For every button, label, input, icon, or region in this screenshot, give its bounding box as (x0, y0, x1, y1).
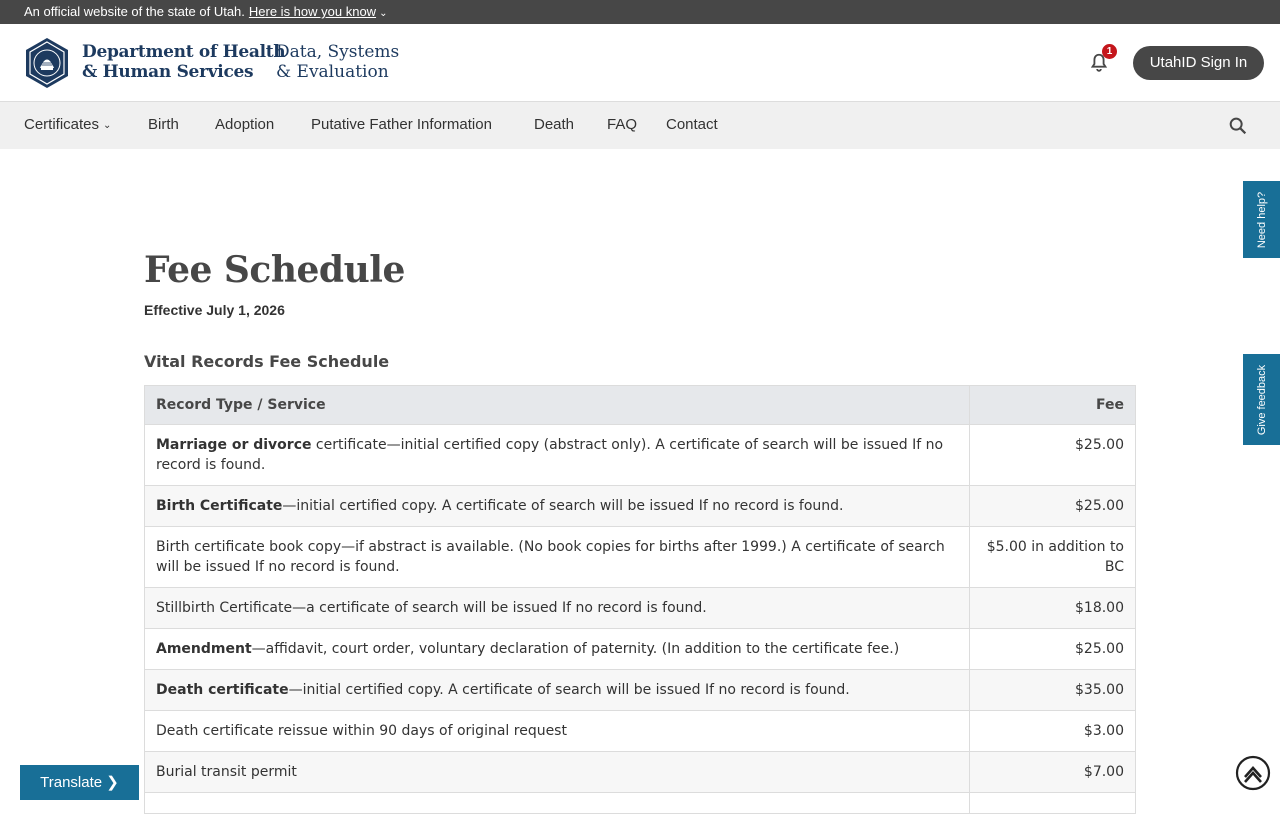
utahid-sign-in-button[interactable]: UtahID Sign In (1133, 46, 1264, 80)
table-row (144, 792, 1136, 814)
service-description: —affidavit, court order, voluntary decla… (251, 641, 900, 657)
fee-cell (969, 792, 1136, 814)
back-to-top-icon[interactable] (1235, 755, 1271, 791)
nav-item-certificates[interactable]: Certificates ⌄ (24, 102, 111, 149)
fee-cell: $7.00 (969, 751, 1136, 793)
service-description: Stillbirth Certificate—a certificate of … (156, 600, 707, 616)
service-cell: Amendment—affidavit, court order, volunt… (144, 628, 970, 670)
nav-item-contact[interactable]: Contact (666, 102, 718, 149)
section-title: Vital Records Fee Schedule (144, 352, 390, 371)
nav-item-faq[interactable]: FAQ (607, 102, 637, 149)
nav-item-birth[interactable]: Birth (148, 102, 179, 149)
page-title: Fee Schedule (144, 249, 405, 291)
table-row: Marriage or divorce certificate—initial … (144, 424, 1136, 486)
fee-cell: $3.00 (969, 710, 1136, 752)
brand-department[interactable]: Department of Health & Human Services (82, 42, 286, 82)
service-name: Amendment (156, 641, 252, 657)
service-cell: Burial transit permit (144, 751, 970, 793)
table-row: Birth Certificate—initial certified copy… (144, 485, 1136, 527)
service-cell: Death certificate—initial certified copy… (144, 669, 970, 711)
site-header: Department of Health & Human Services Da… (0, 24, 1280, 102)
service-description: —initial certified copy. A certificate o… (282, 498, 844, 514)
table-row: Burial transit permit $7.00 (144, 751, 1136, 793)
chevron-down-icon: ⌄ (379, 8, 388, 19)
service-cell: Death certificate reissue within 90 days… (144, 710, 970, 752)
search-icon[interactable] (1227, 115, 1249, 137)
fee-cell: $5.00 in addition to BC (969, 526, 1136, 588)
how-you-know-link[interactable]: Here is how you know (249, 4, 376, 19)
brand-division[interactable]: Data, Systems & Evaluation (276, 42, 399, 82)
fee-table: Record Type / Service Fee Marriage or di… (144, 385, 1136, 814)
official-banner-text: An official website of the state of Utah… (24, 4, 245, 19)
nav-item-putative-father[interactable]: Putative Father Information (311, 102, 492, 149)
table-row: Birth certificate book copy—if abstract … (144, 526, 1136, 588)
fee-cell: $25.00 (969, 485, 1136, 527)
column-header-service: Record Type / Service (144, 385, 970, 425)
give-feedback-tab[interactable]: Give feedback (1243, 354, 1280, 445)
brand-sub-line-2: & Evaluation (276, 62, 389, 82)
table-row: Death certificate reissue within 90 days… (144, 710, 1136, 752)
service-cell: Birth certificate book copy—if abstract … (144, 526, 970, 588)
give-feedback-label: Give feedback (1255, 364, 1268, 435)
nav-item-label: Certificates (24, 116, 100, 133)
notification-count-badge: 1 (1102, 44, 1117, 59)
chevron-down-icon: ⌄ (103, 120, 112, 131)
service-cell: Stillbirth Certificate—a certificate of … (144, 587, 970, 629)
fee-cell: $18.00 (969, 587, 1136, 629)
service-cell: Marriage or divorce certificate—initial … (144, 424, 970, 486)
translate-button[interactable]: Translate ❯ (20, 765, 139, 800)
service-description: Birth certificate book copy—if abstract … (156, 539, 945, 575)
fee-cell: $25.00 (969, 424, 1136, 486)
service-description: Burial transit permit (156, 764, 297, 780)
official-banner: An official website of the state of Utah… (0, 0, 1280, 24)
service-description: Death certificate reissue within 90 days… (156, 723, 567, 739)
main-nav: Certificates ⌄ Birth Adoption Putative Fa… (0, 102, 1280, 149)
table-header-row: Record Type / Service Fee (144, 385, 1136, 425)
service-name: Marriage or divorce (156, 437, 312, 453)
table-row: Stillbirth Certificate—a certificate of … (144, 587, 1136, 629)
brand-line-1: Department of Health (82, 42, 286, 62)
service-name: Birth Certificate (156, 498, 283, 514)
nav-item-adoption[interactable]: Adoption (215, 102, 274, 149)
fee-cell: $25.00 (969, 628, 1136, 670)
table-row: Amendment—affidavit, court order, volunt… (144, 628, 1136, 670)
service-cell (144, 792, 970, 814)
column-header-fee: Fee (969, 385, 1136, 425)
need-help-label: Need help? (1255, 191, 1268, 248)
fee-table-body: Marriage or divorce certificate—initial … (144, 424, 1136, 814)
table-row: Death certificate—initial certified copy… (144, 669, 1136, 711)
need-help-tab[interactable]: Need help? (1243, 181, 1280, 258)
brand-sub-line-1: Data, Systems (276, 42, 400, 62)
fee-cell: $35.00 (969, 669, 1136, 711)
brand-line-2: & Human Services (82, 62, 254, 82)
effective-date: Effective July 1, 2026 (144, 302, 285, 318)
utah-seal-logo[interactable] (24, 37, 70, 89)
service-description: —initial certified copy. A certificate o… (288, 682, 850, 698)
service-name: Death certificate (156, 682, 289, 698)
nav-item-death[interactable]: Death (534, 102, 574, 149)
service-cell: Birth Certificate—initial certified copy… (144, 485, 970, 527)
